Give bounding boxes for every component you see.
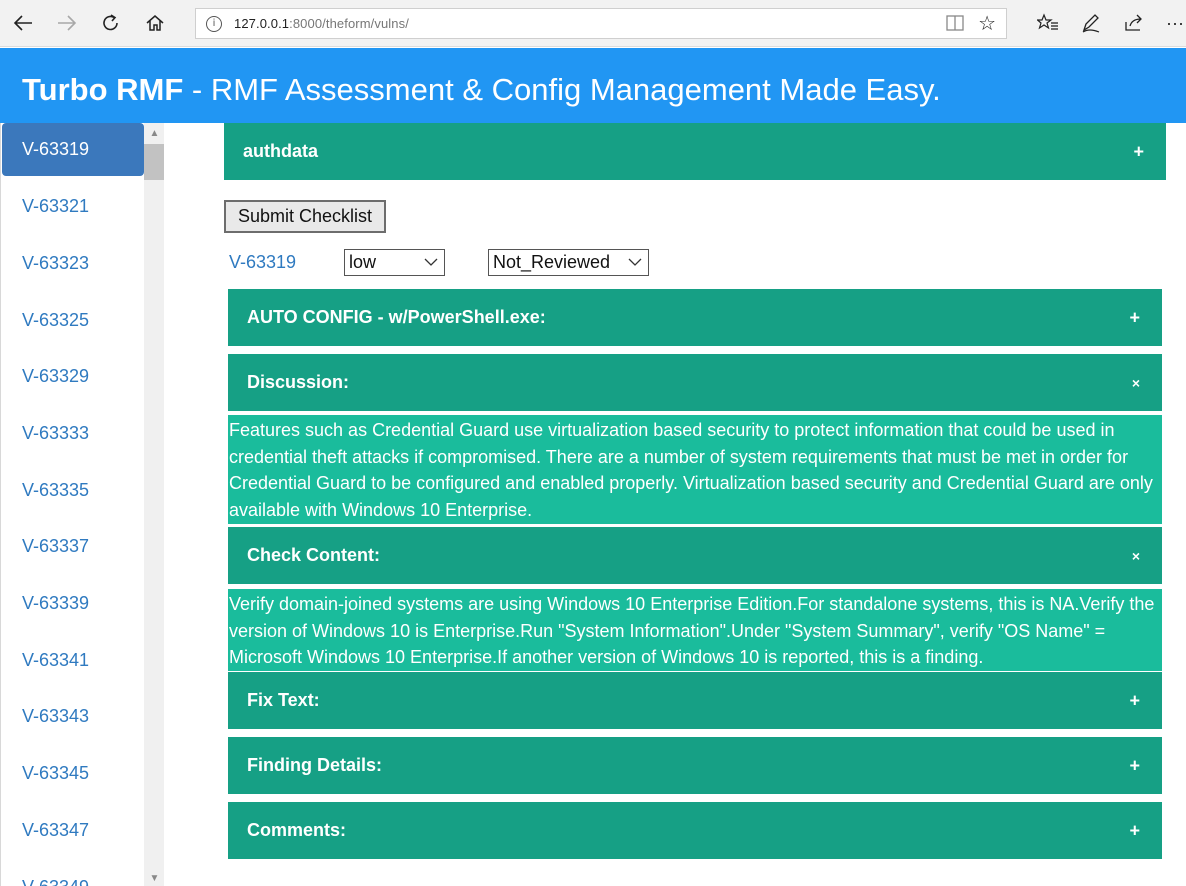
vuln-id-link[interactable]: V-63319 bbox=[229, 252, 296, 273]
discussion-section-header[interactable]: Discussion: × bbox=[228, 354, 1162, 411]
collapse-icon[interactable]: × bbox=[1132, 375, 1140, 391]
expand-icon[interactable]: + bbox=[1129, 755, 1140, 776]
sidebar-item-v-63321[interactable]: V-63321 bbox=[2, 180, 144, 233]
discussion-title: Discussion: bbox=[247, 372, 350, 392]
check-content-title: Check Content: bbox=[247, 545, 381, 565]
collapse-icon[interactable]: × bbox=[1132, 548, 1140, 564]
finding-details-title: Finding Details: bbox=[247, 755, 382, 775]
sidebar-item-v-63337[interactable]: V-63337 bbox=[2, 520, 144, 573]
sidebar-item-v-63339[interactable]: V-63339 bbox=[2, 577, 144, 630]
sidebar-item-v-63335[interactable]: V-63335 bbox=[2, 464, 144, 517]
check-content-section-header[interactable]: Check Content: × bbox=[228, 527, 1162, 584]
sidebar-item-v-63345[interactable]: V-63345 bbox=[2, 747, 144, 800]
submit-checklist-button[interactable]: Submit Checklist bbox=[224, 200, 386, 233]
sidebar-item-v-63329[interactable]: V-63329 bbox=[2, 350, 144, 403]
auto-config-section-header[interactable]: AUTO CONFIG - w/PowerShell.exe: + bbox=[228, 289, 1162, 346]
chevron-down-icon bbox=[628, 258, 642, 266]
app-header: Turbo RMF - RMF Assessment & Config Mana… bbox=[0, 48, 1186, 123]
back-icon[interactable] bbox=[8, 8, 38, 38]
sidebar-item-v-63349[interactable]: V-63349 bbox=[2, 861, 144, 886]
sidebar-scrollbar[interactable]: ▲ ▼ bbox=[144, 123, 164, 886]
expand-icon[interactable]: + bbox=[1129, 307, 1140, 328]
finding-details-section-header[interactable]: Finding Details: + bbox=[228, 737, 1162, 794]
status-select[interactable]: Not_Reviewed bbox=[488, 249, 649, 276]
sidebar-item-v-63343[interactable]: V-63343 bbox=[2, 690, 144, 743]
discussion-body: Features such as Credential Guard use vi… bbox=[228, 415, 1162, 524]
sidebar-item-v-63325[interactable]: V-63325 bbox=[2, 294, 144, 347]
expand-icon[interactable]: + bbox=[1129, 690, 1140, 711]
brand-name: Turbo RMF bbox=[22, 72, 184, 107]
sidebar-item-v-63319[interactable]: V-63319 bbox=[2, 123, 144, 176]
pen-notes-icon[interactable] bbox=[1076, 8, 1106, 38]
url-text[interactable]: 127.0.0.1:8000/theform/vulns/ bbox=[234, 16, 409, 31]
scroll-up-icon[interactable]: ▲ bbox=[144, 123, 164, 143]
sidebar-item-v-63333[interactable]: V-63333 bbox=[2, 407, 144, 460]
auto-config-title: AUTO CONFIG - w/PowerShell.exe: bbox=[247, 307, 546, 327]
tagline: - RMF Assessment & Config Management Mad… bbox=[183, 72, 941, 107]
browser-toolbar: i 127.0.0.1:8000/theform/vulns/ ☆ ··· bbox=[0, 0, 1186, 47]
address-bar[interactable]: i 127.0.0.1:8000/theform/vulns/ ☆ bbox=[195, 8, 1007, 39]
app-title: Turbo RMF - RMF Assessment & Config Mana… bbox=[22, 72, 941, 108]
severity-select-value: low bbox=[349, 252, 377, 272]
forward-icon[interactable] bbox=[52, 8, 82, 38]
authdata-header[interactable]: authdata + bbox=[224, 123, 1166, 180]
main-content: authdata + Submit Checklist V-63319 low … bbox=[164, 123, 1186, 886]
sidebar-item-v-63323[interactable]: V-63323 bbox=[2, 237, 144, 290]
vuln-sidebar: V-63319 V-63321 V-63323 V-63325 V-63329 … bbox=[0, 123, 164, 886]
comments-section-header[interactable]: Comments: + bbox=[228, 802, 1162, 859]
scroll-thumb[interactable] bbox=[144, 144, 164, 180]
severity-select[interactable]: low bbox=[344, 249, 445, 276]
sidebar-item-v-63341[interactable]: V-63341 bbox=[2, 634, 144, 687]
fix-text-title: Fix Text: bbox=[247, 690, 320, 710]
reading-view-icon[interactable] bbox=[946, 15, 964, 31]
comments-title: Comments: bbox=[247, 820, 347, 840]
favorite-star-icon[interactable]: ☆ bbox=[978, 11, 996, 36]
status-select-value: Not_Reviewed bbox=[493, 252, 611, 272]
info-icon[interactable]: i bbox=[206, 15, 222, 32]
check-content-body: Verify domain-joined systems are using W… bbox=[228, 589, 1162, 671]
fix-text-section-header[interactable]: Fix Text: + bbox=[228, 672, 1162, 729]
refresh-icon[interactable] bbox=[96, 8, 126, 38]
home-icon[interactable] bbox=[140, 8, 170, 38]
expand-icon[interactable]: + bbox=[1129, 820, 1140, 841]
chevron-down-icon bbox=[424, 258, 438, 266]
sidebar-item-v-63347[interactable]: V-63347 bbox=[2, 804, 144, 857]
more-options-icon[interactable]: ··· bbox=[1160, 8, 1186, 38]
scroll-down-icon[interactable]: ▼ bbox=[144, 870, 164, 886]
share-icon[interactable] bbox=[1119, 8, 1149, 38]
expand-icon[interactable]: + bbox=[1133, 141, 1144, 162]
favorites-list-icon[interactable] bbox=[1033, 8, 1063, 38]
authdata-label: authdata bbox=[243, 141, 319, 161]
